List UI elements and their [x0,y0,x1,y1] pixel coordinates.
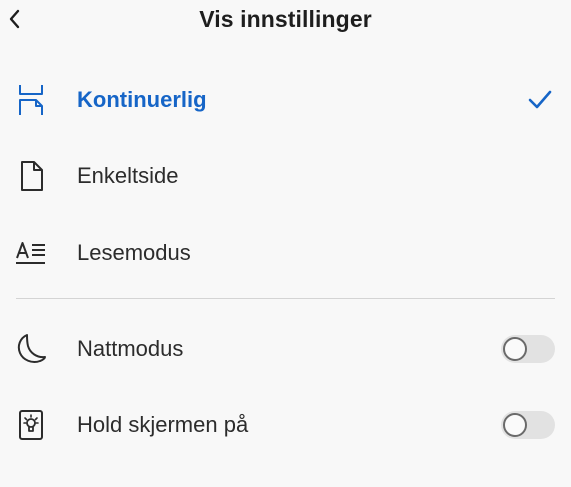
keep-screen-on-label: Hold skjermen på [77,412,249,437]
view-mode-label: Enkeltside [77,163,179,188]
toggle-knob [503,337,527,361]
view-mode-continuous[interactable]: Kontinuerlig [0,72,571,128]
single-page-icon [14,158,48,194]
keep-screen-on-row: Hold skjermen på [0,397,571,453]
section-divider [16,298,555,299]
view-mode-label: Kontinuerlig [77,87,207,112]
night-mode-toggle[interactable] [501,335,555,363]
keep-screen-on-toggle[interactable] [501,411,555,439]
view-mode-single-page[interactable]: Enkeltside [0,148,571,204]
page-title: Vis innstillinger [199,6,372,32]
checkmark-icon [526,87,554,113]
moon-icon [14,331,48,367]
continuous-scroll-icon [14,82,48,118]
reading-mode-icon [14,235,48,271]
screen-on-icon [14,407,48,443]
header: Vis innstillinger [0,0,571,44]
view-mode-reading[interactable]: Lesemodus [0,225,571,281]
toggle-knob [503,413,527,437]
night-mode-row: Nattmodus [0,321,571,377]
night-mode-label: Nattmodus [77,336,184,361]
view-mode-label: Lesemodus [77,240,191,265]
